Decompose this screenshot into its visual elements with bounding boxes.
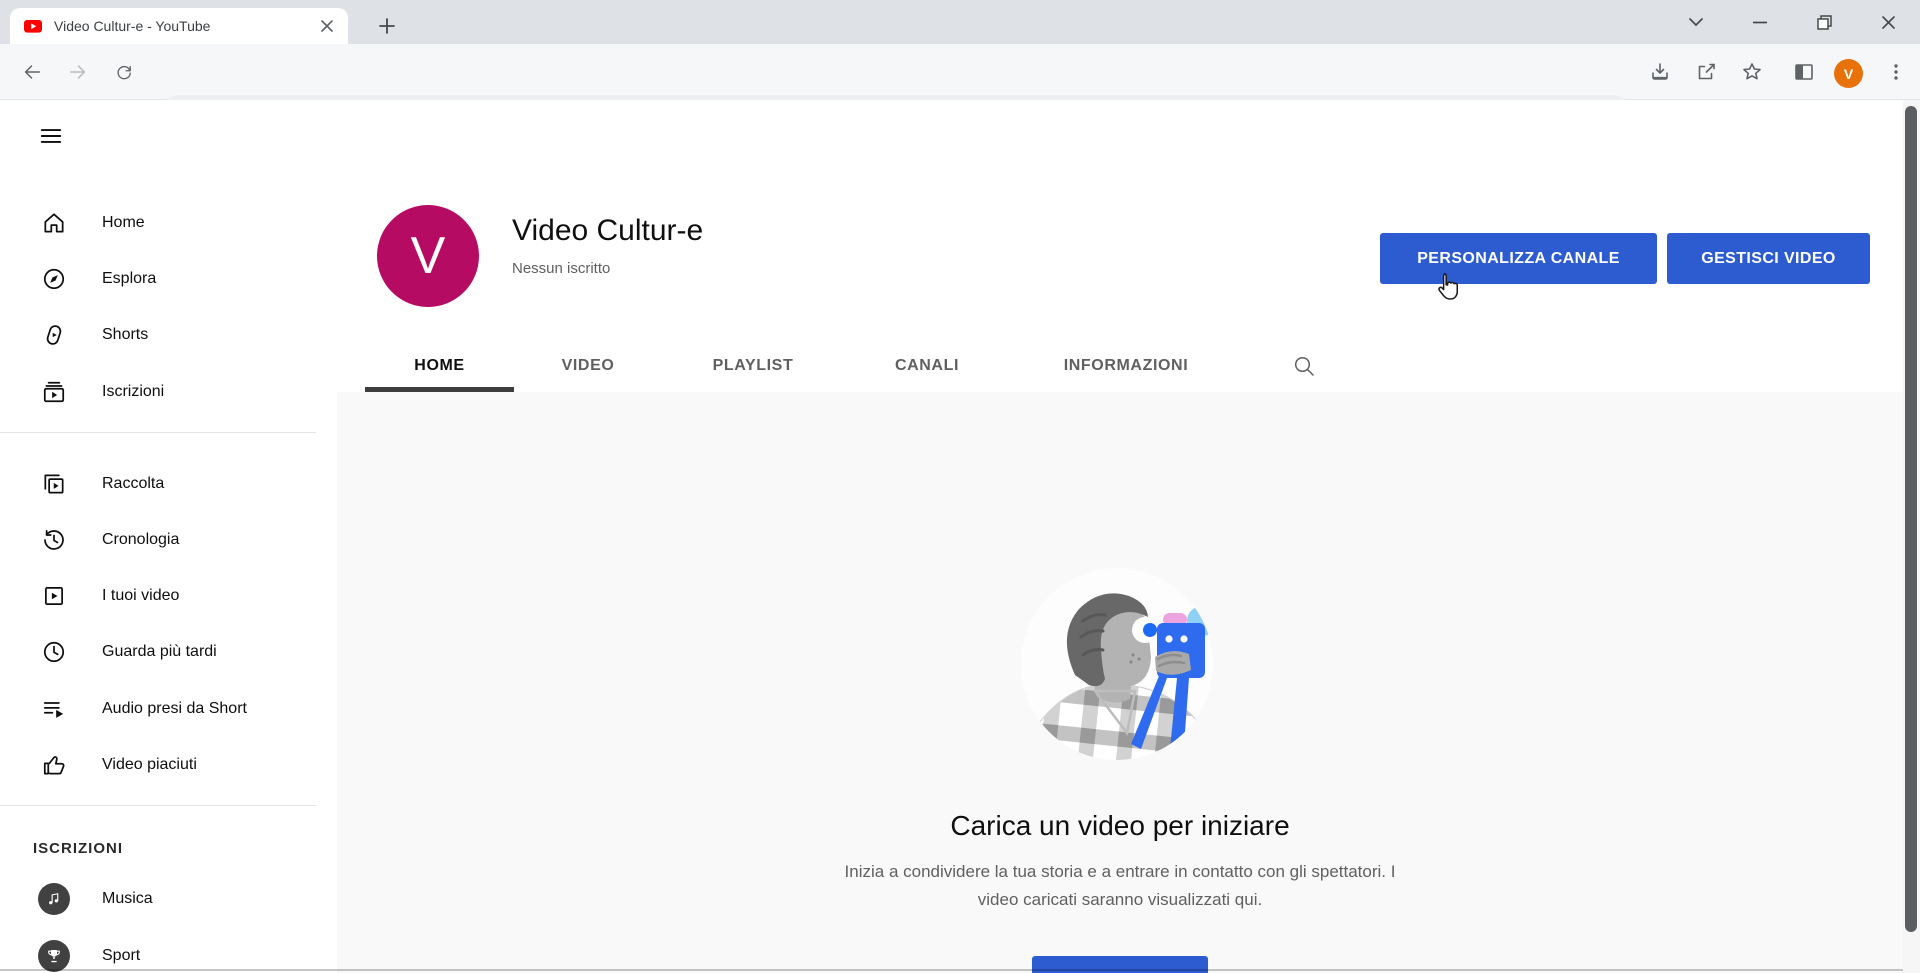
sidebar-item-label: Cronologia [102,531,179,549]
new-tab-button[interactable] [372,11,402,41]
sidebar-item-label: Shorts [102,326,148,344]
sidebar-item-history[interactable]: Cronologia [0,512,337,568]
channel-tabs: HOME VIDEO PLAYLIST CANALI INFORMAZIONI [365,340,1316,392]
sidebar-item-label: Musica [102,890,153,908]
tab-search-icon[interactable] [1664,0,1728,44]
channel-tab-informazioni[interactable]: INFORMAZIONI [1010,340,1242,392]
empty-state-description-line: video caricati saranno visualizzati qui. [337,886,1903,914]
sidebar-item-shorts[interactable]: Shorts [0,307,337,363]
music-channel-avatar [38,883,70,915]
sidebar-item-label: Raccolta [102,475,164,493]
sidebar-item-label: Home [102,214,145,232]
channel-name: Video Cultur-e [512,214,703,248]
shorts-audio-icon [41,696,67,722]
sidebar-item-liked-videos[interactable]: Video piaciuti [0,737,337,793]
sidebar-item-home[interactable]: Home [0,195,337,251]
browser-toolbar: youtube.com/channel/UCLtQty7W1ROxHSNSICJ… [0,44,1920,100]
sidebar-item-subscription-sport[interactable]: Sport [0,928,337,973]
browser-tab-bar: Video Cultur-e - YouTube [0,0,1920,44]
browser-tab[interactable]: Video Cultur-e - YouTube [10,8,348,44]
thumbs-up-icon [41,752,67,778]
sidebar-item-library[interactable]: Raccolta [0,456,337,512]
manage-videos-button[interactable]: GESTISCI VIDEO [1667,233,1870,284]
sidebar-item-label: Guarda più tardi [102,643,217,661]
sidebar-item-your-videos[interactable]: I tuoi video [0,568,337,624]
back-icon[interactable] [18,58,46,86]
channel-tab-canali[interactable]: CANALI [844,340,1010,392]
home-icon [41,210,67,236]
bottom-edge-line [0,969,1903,971]
channel-tab-playlist[interactable]: PLAYLIST [662,340,844,392]
channel-tab-video[interactable]: VIDEO [514,340,662,392]
sidebar-item-label: Iscrizioni [102,383,164,401]
sidebar-item-shorts-audio[interactable]: Audio presi da Short [0,681,337,737]
browser-menu-icon[interactable] [1884,60,1908,84]
subscriber-count: Nessun iscritto [512,260,610,277]
customize-channel-button[interactable]: PERSONALIZZA CANALE [1380,233,1657,284]
install-icon[interactable] [1648,60,1672,84]
sport-channel-avatar [38,940,70,972]
tab-title: Video Cultur-e - YouTube [54,18,318,34]
sidebar-item-subscriptions[interactable]: Iscrizioni [0,364,337,420]
window-controls [1664,0,1920,44]
sidebar-item-label: Audio presi da Short [102,700,247,718]
compass-icon [41,266,67,292]
side-panel-icon[interactable] [1792,60,1816,84]
close-window-button[interactable] [1856,0,1920,44]
bookmark-star-icon[interactable] [1740,60,1764,84]
shorts-icon [41,322,67,348]
channel-search-icon[interactable] [1292,354,1316,378]
sidebar-divider [0,805,316,806]
upload-illustration [1017,563,1217,763]
channel-header: V Video Cultur-e Nessun iscritto PERSONA… [337,172,1903,392]
tab-close-icon[interactable] [318,17,336,35]
browser-window: Video Cultur-e - YouTube [0,0,1920,973]
minimize-button[interactable] [1728,0,1792,44]
watch-later-icon [41,639,67,665]
scrollbar-thumb[interactable] [1905,106,1917,932]
sidebar-item-label: I tuoi video [102,587,179,605]
channel-avatar-initial: V [411,226,446,286]
sidebar-item-label: Video piaciuti [102,756,197,774]
forward-icon[interactable] [64,58,92,86]
sidebar-item-explore[interactable]: Esplora [0,251,337,307]
sidebar-divider [0,432,316,433]
reload-icon[interactable] [110,58,138,86]
page-scrollbar[interactable] [1903,100,1920,973]
hamburger-menu-icon[interactable] [38,123,64,149]
sidebar-item-label: Sport [102,947,140,965]
sidebar: Home Esplora Shorts Iscrizioni Raccol [0,172,337,973]
sidebar-item-label: Esplora [102,270,156,288]
empty-state-title: Carica un video per iniziare [337,810,1903,842]
sidebar-item-watch-later[interactable]: Guarda più tardi [0,624,337,680]
youtube-header: YouTube IT V [0,100,1920,172]
library-icon [41,471,67,497]
browser-profile-initial: V [1844,66,1853,82]
your-videos-icon [41,583,67,609]
restore-button[interactable] [1792,0,1856,44]
youtube-favicon [22,15,44,37]
channel-content-area: Carica un video per iniziare Inizia a co… [337,392,1903,973]
subscriptions-section-header: ISCRIZIONI [33,840,123,857]
history-icon [41,527,67,553]
share-icon[interactable] [1694,60,1718,84]
empty-state-description-line: Inizia a condividere la tua storia e a e… [337,858,1903,886]
channel-avatar[interactable]: V [377,205,479,307]
sidebar-item-subscription-musica[interactable]: Musica [0,871,337,927]
subscriptions-icon [41,379,67,405]
empty-state-description: Inizia a condividere la tua storia e a e… [337,858,1903,914]
channel-tab-home[interactable]: HOME [365,340,514,392]
browser-profile-avatar[interactable]: V [1834,59,1863,88]
